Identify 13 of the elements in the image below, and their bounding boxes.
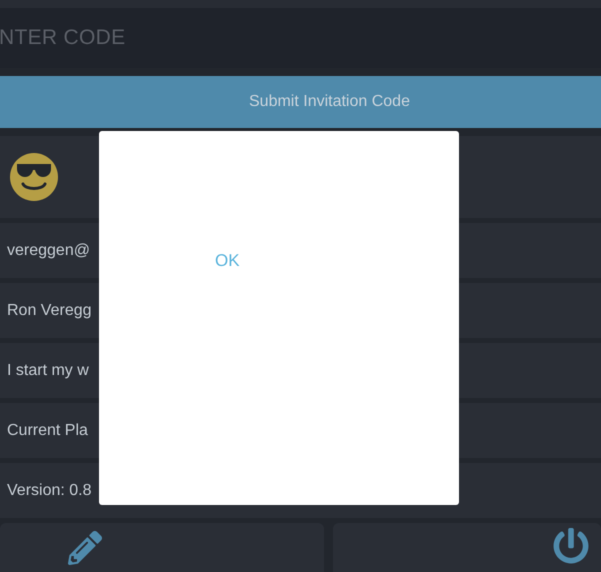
profile-text: I start my w [7, 362, 89, 380]
sunglasses-smiley-icon [10, 153, 58, 201]
profile-text: Version: 0.8 [7, 482, 92, 500]
profile-text: Current Pla [7, 422, 88, 440]
profile-text: vereggen@ [7, 242, 90, 260]
profile-text: Ron Veregg [7, 302, 92, 320]
ok-button[interactable]: OK [211, 251, 244, 271]
power-icon [553, 528, 589, 564]
submit-invitation-button[interactable]: Submit Invitation Code [0, 76, 601, 128]
header-title: NTER CODE [0, 26, 126, 50]
edit-button[interactable] [0, 523, 324, 572]
power-button[interactable] [333, 523, 601, 572]
pencil-icon [68, 531, 102, 565]
